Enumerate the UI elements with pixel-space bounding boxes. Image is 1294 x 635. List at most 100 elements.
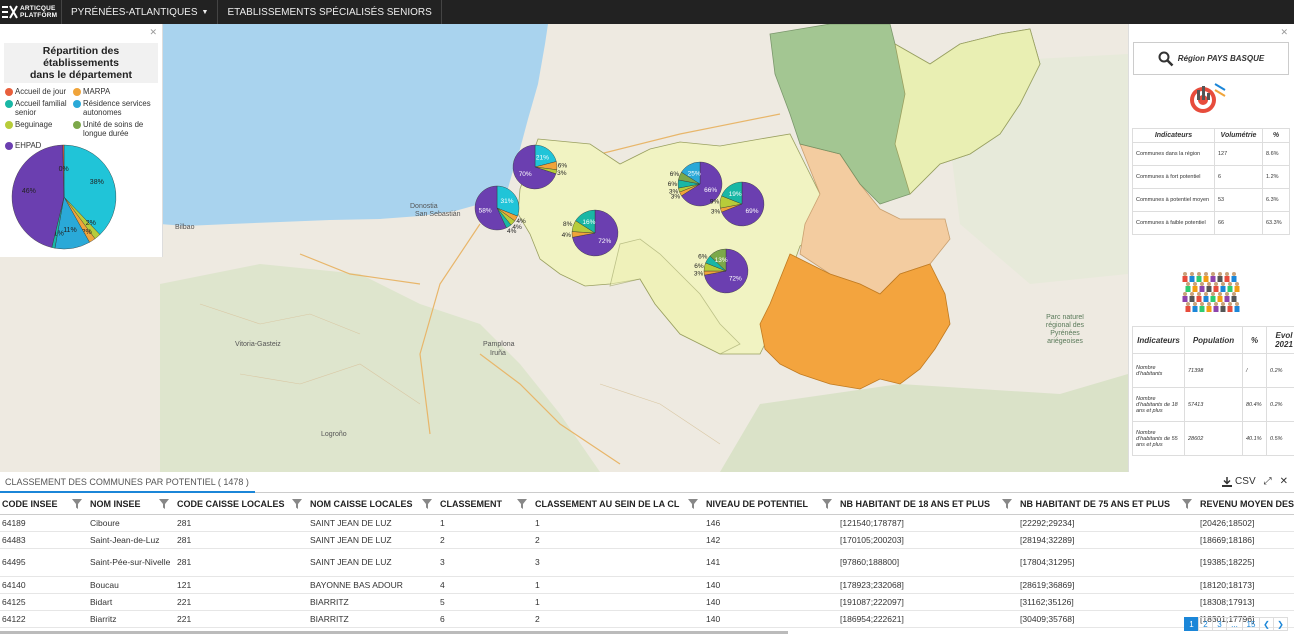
region-button-label: Région PAYS BASQUE: [1177, 54, 1265, 63]
filter-icon[interactable]: [292, 499, 302, 509]
page-2[interactable]: 2: [1198, 617, 1213, 631]
download-icon: [1222, 476, 1233, 487]
prev-page-icon[interactable]: ❮: [1259, 617, 1274, 631]
table-cell: 140: [704, 593, 838, 611]
pie-label: 6%: [698, 253, 708, 260]
map-canvas[interactable]: Donostia San Sebastián Pamplona Iruña Vi…: [0, 24, 1294, 472]
table-cell: 5: [438, 593, 533, 611]
table-row[interactable]: 64189 Ciboure 281 SAINT JEAN DE LUZ 1 1 146 [12…: [0, 514, 1294, 532]
filter-icon[interactable]: [517, 499, 527, 509]
pie-label: 6%: [558, 162, 568, 169]
pie-label: 8%: [563, 221, 573, 228]
pie-label: 3%: [694, 271, 704, 278]
column-header[interactable]: CLASSEMENT AU SEIN DE LA CL: [533, 494, 704, 515]
table-cell: [191087;222097]: [838, 593, 1018, 611]
table-cell: 141: [704, 548, 838, 577]
legend-item-usld: Unité de soins de longue durée: [73, 120, 163, 138]
column-header[interactable]: CODE INSEE: [0, 494, 88, 515]
table-cell: [186954;222621]: [838, 610, 1018, 628]
filter-icon[interactable]: [822, 499, 832, 509]
table-row[interactable]: 64495 Saint-Pée-sur-Nivelle 281 SAINT JEAN …: [0, 548, 1294, 577]
cell: 40.1%: [1242, 421, 1267, 456]
column-header-label: CODE INSEE: [2, 498, 58, 509]
col-percent: %: [1262, 128, 1290, 143]
filter-icon[interactable]: [159, 499, 169, 509]
legend-swatch: [73, 99, 81, 108]
table-cell: 64125: [0, 593, 88, 611]
pie-label: 6%: [694, 263, 704, 270]
pie-label: 66%: [704, 187, 717, 194]
close-icon[interactable]: ✕: [1280, 27, 1288, 38]
column-header[interactable]: NOM INSEE: [88, 494, 175, 515]
table-row[interactable]: 64140 Boucau 121 BAYONNE BAS ADOUR 4 1 140 [178…: [0, 576, 1294, 594]
pagination: 1 2 3 ... 15 ❮ ❯: [1184, 617, 1288, 631]
table-row[interactable]: 64125 Bidart 221 BIARRITZ 5 1 140 [191087;22209…: [0, 593, 1294, 611]
table-cell: 1: [533, 593, 704, 611]
column-header[interactable]: REVENU MOYEN DES M: [1198, 494, 1294, 515]
map-label-san-sebastian: San Sebastián: [415, 211, 461, 218]
column-header[interactable]: CLASSEMENT: [438, 494, 533, 515]
legend: Accueil de jour MARPA Accueil familial s…: [5, 87, 162, 150]
table-cell: 2: [533, 531, 704, 549]
logo-line2: PLATFORM: [20, 12, 58, 19]
map-label-park: Parc naturel régional des Pyrénées ariég…: [1045, 314, 1085, 345]
cell: Nombre d'habitants de 55 ans et plus: [1132, 421, 1185, 456]
population-indicators-table: Indicateurs Population% Evol 2021 Nombre d…: [1132, 326, 1294, 456]
page-1[interactable]: 1: [1184, 617, 1199, 631]
expand-icon[interactable]: ⤢: [1264, 476, 1272, 487]
distribution-panel: ✕ Répartition des établissements dans le…: [0, 24, 163, 257]
close-icon[interactable]: ✕: [1280, 476, 1288, 487]
pie-label: 3%: [669, 189, 679, 196]
table-cell: [22292;29234]: [1018, 514, 1198, 532]
filter-icon[interactable]: [422, 499, 432, 509]
region-button[interactable]: Région PAYS BASQUE: [1133, 42, 1289, 75]
articque-logo[interactable]: ARTICQUE PLATFORM: [0, 0, 62, 24]
page-15[interactable]: 15: [1242, 617, 1260, 631]
column-header-label: NIVEAU DE POTENTIEL: [706, 498, 809, 509]
col-volumetrie: Volumétrie: [1214, 128, 1263, 143]
table-cell: 4: [438, 576, 533, 594]
module-tab[interactable]: ETABLISSEMENTS SPÉCIALISÉS SENIORS: [218, 0, 442, 24]
pie-label: 11%: [63, 227, 77, 234]
legend-item-accueil-familial: Accueil familial senior: [5, 99, 73, 117]
cell: Communes à fort potentiel: [1132, 165, 1215, 189]
legend-label: Accueil familial senior: [15, 99, 67, 117]
cell: 1.2%: [1262, 165, 1290, 189]
search-icon: [1158, 51, 1174, 66]
department-menu[interactable]: PYRÉNÉES-ATLANTIQUES ▼: [62, 0, 219, 24]
top-bar: ARTICQUE PLATFORM PYRÉNÉES-ATLANTIQUES ▼ E…: [0, 0, 1294, 24]
close-icon[interactable]: ✕: [149, 27, 157, 38]
col-percent: %: [1242, 326, 1267, 354]
pie-label: 46%: [22, 188, 36, 195]
page-3[interactable]: 3: [1212, 617, 1227, 631]
table-cell: [17804;31295]: [1018, 548, 1198, 577]
column-header[interactable]: NB HABITANT DE 18 ANS ET PLUS: [838, 494, 1018, 515]
filter-icon[interactable]: [1182, 499, 1192, 509]
filter-icon[interactable]: [688, 499, 698, 509]
filter-icon[interactable]: [72, 499, 82, 509]
table-row[interactable]: 64122 Biarritz 221 BIARRITZ 6 2 140 [186954;222…: [0, 610, 1294, 628]
next-page-icon[interactable]: ❯: [1273, 617, 1288, 631]
csv-export-button[interactable]: CSV: [1222, 476, 1256, 487]
map-view[interactable]: Donostia San Sebastián Pamplona Iruña Vi…: [0, 24, 1294, 472]
column-header[interactable]: NOM CAISSE LOCALES: [308, 494, 438, 515]
table-cell: 281: [175, 531, 308, 549]
cell: Communes à potentiel moyen: [1132, 188, 1215, 212]
filter-icon[interactable]: [1002, 499, 1012, 509]
table-cell: 2: [533, 610, 704, 628]
table-cell: 281: [175, 514, 308, 532]
col-indicateurs: Indicateurs: [1132, 326, 1185, 354]
pie-label: 16%: [582, 219, 595, 226]
horizontal-scrollbar[interactable]: [0, 631, 788, 634]
pie-label: 6%: [668, 181, 678, 188]
legend-item-marpa: MARPA: [73, 87, 163, 96]
column-header[interactable]: NB HABITANT DE 75 ANS ET PLUS: [1018, 494, 1198, 515]
column-header[interactable]: CODE CAISSE LOCALES: [175, 494, 308, 515]
column-header[interactable]: NIVEAU DE POTENTIEL: [704, 494, 838, 515]
csv-label: CSV: [1235, 476, 1256, 487]
table-cell: 221: [175, 610, 308, 628]
table-cell: Saint-Pée-sur-Nivelle: [88, 548, 175, 577]
ranking-panel: CLASSEMENT DES COMMUNES PAR POTENTIEL ( …: [0, 472, 1294, 635]
table-row[interactable]: 64483 Saint-Jean-de-Luz 281 SAINT JEAN DE L…: [0, 531, 1294, 549]
legend-label: MARPA: [83, 87, 111, 96]
